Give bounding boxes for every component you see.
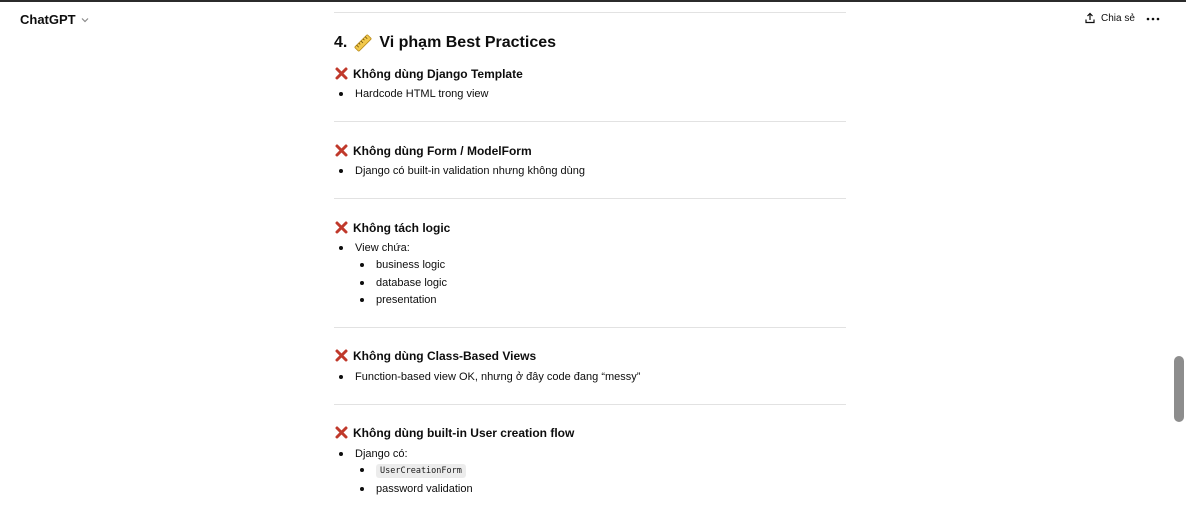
ruler-icon — [354, 34, 372, 52]
cross-mark-icon — [335, 144, 348, 157]
item-heading: Không tách logic — [334, 220, 450, 235]
item-title: Không dùng Class-Based Views — [353, 348, 537, 363]
cross-mark-icon — [335, 349, 348, 362]
item-heading: Không dùng Class-Based Views — [334, 348, 536, 363]
divider — [334, 404, 846, 405]
share-label: Chia sẻ — [1101, 12, 1135, 24]
divider — [334, 12, 846, 13]
cross-mark-icon — [335, 221, 348, 234]
sub-list-item: database logic — [360, 277, 447, 289]
section-number: 4. — [334, 34, 348, 51]
item-title: Không dùng Form / ModelForm — [353, 143, 532, 158]
item-heading: Không dùng built-in User creation flow — [334, 425, 574, 440]
chevron-down-icon — [81, 17, 89, 22]
section-title: Vi phạm Best Practices — [379, 34, 557, 51]
share-icon — [1085, 12, 1095, 24]
app-title: ChatGPT — [20, 12, 76, 27]
cross-mark-icon — [335, 67, 348, 80]
list-item: Function-based view OK, nhưng ở đây code… — [338, 371, 641, 383]
list-item: Hardcode HTML trong view — [338, 88, 489, 100]
inline-code: UserCreationForm — [376, 464, 466, 478]
more-options-icon[interactable] — [1145, 13, 1161, 25]
item-heading: Không dùng Django Template — [334, 66, 523, 81]
model-selector[interactable]: ChatGPT — [20, 12, 90, 27]
section-heading: 4. Vi phạm Best Practices — [334, 33, 556, 53]
cross-mark-icon — [335, 426, 348, 439]
list-item: Django có: — [339, 448, 408, 460]
list-item: Django có built-in validation nhưng khôn… — [339, 165, 585, 177]
item-heading: Không dùng Form / ModelForm — [334, 143, 532, 158]
sub-list-item: password validation — [360, 483, 473, 495]
divider — [334, 198, 846, 199]
divider — [334, 121, 846, 122]
share-button[interactable]: Chia sẻ — [1084, 12, 1135, 24]
item-title: Không dùng Django Template — [353, 66, 523, 81]
item-title: Không tách logic — [353, 220, 451, 235]
top-bar: ChatGPT Chia sẻ — [0, 2, 1186, 36]
divider — [334, 327, 846, 328]
sub-list-item: UserCreationForm — [360, 464, 466, 478]
sub-list-item: presentation — [360, 294, 437, 306]
sub-list-item: business logic — [359, 259, 446, 271]
item-title: Không dùng built-in User creation flow — [353, 425, 575, 440]
list-item: View chứa: — [339, 242, 410, 254]
scrollbar-thumb[interactable] — [1174, 356, 1184, 422]
